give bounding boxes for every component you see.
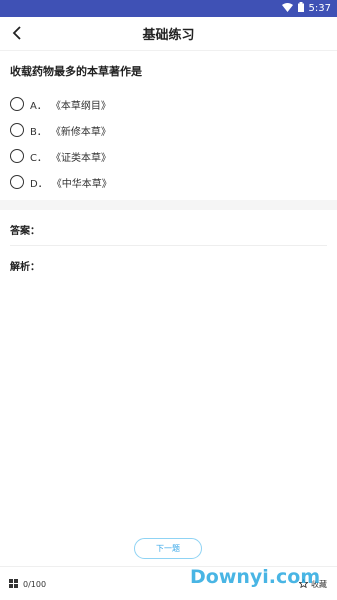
radio-icon[interactable]: [10, 175, 24, 189]
option-letter: C．: [30, 152, 47, 164]
analysis-label: 解析：: [10, 262, 40, 273]
answer-label: 答案：: [10, 222, 327, 246]
option-text: 《中华本草》: [51, 178, 112, 190]
app-bar: 基础练习: [0, 17, 337, 51]
option-d[interactable]: D． 《中华本草》: [10, 169, 327, 195]
status-time: 5:37: [308, 3, 331, 14]
progress-text: 0/100: [23, 580, 47, 589]
option-letter: A．: [30, 100, 47, 112]
page-title: 基础练习: [142, 28, 195, 43]
status-icons: 5:37: [281, 2, 331, 15]
progress-indicator[interactable]: 0/100: [9, 579, 46, 590]
option-text: 《本草纲目》: [50, 100, 111, 112]
option-b[interactable]: B． 《新修本草》: [10, 117, 327, 143]
wifi-icon: [281, 2, 293, 15]
option-letter: B．: [30, 126, 47, 138]
watermark: Downyi.com: [190, 566, 321, 588]
status-bar: 5:37: [0, 0, 337, 17]
options-list: A． 《本草纲目》 B． 《新修本草》 C． 《证类本草》 D． 《中华本草》: [0, 85, 337, 195]
radio-icon[interactable]: [10, 149, 24, 163]
radio-icon[interactable]: [10, 97, 24, 111]
option-letter: D．: [30, 178, 48, 190]
back-button[interactable]: [6, 23, 28, 45]
question-text: 收载药物最多的本草著作是: [10, 65, 142, 78]
chevron-left-icon: [12, 25, 22, 44]
option-text: 《证类本草》: [50, 152, 111, 164]
radio-icon[interactable]: [10, 123, 24, 137]
question-card-icon: [9, 579, 18, 590]
next-question-button[interactable]: 下一题: [134, 538, 202, 559]
option-c[interactable]: C． 《证类本草》: [10, 143, 327, 169]
battery-icon: [297, 2, 304, 15]
option-text: 《新修本草》: [50, 126, 111, 138]
section-divider: [0, 200, 337, 210]
option-a[interactable]: A． 《本草纲目》: [10, 91, 327, 117]
